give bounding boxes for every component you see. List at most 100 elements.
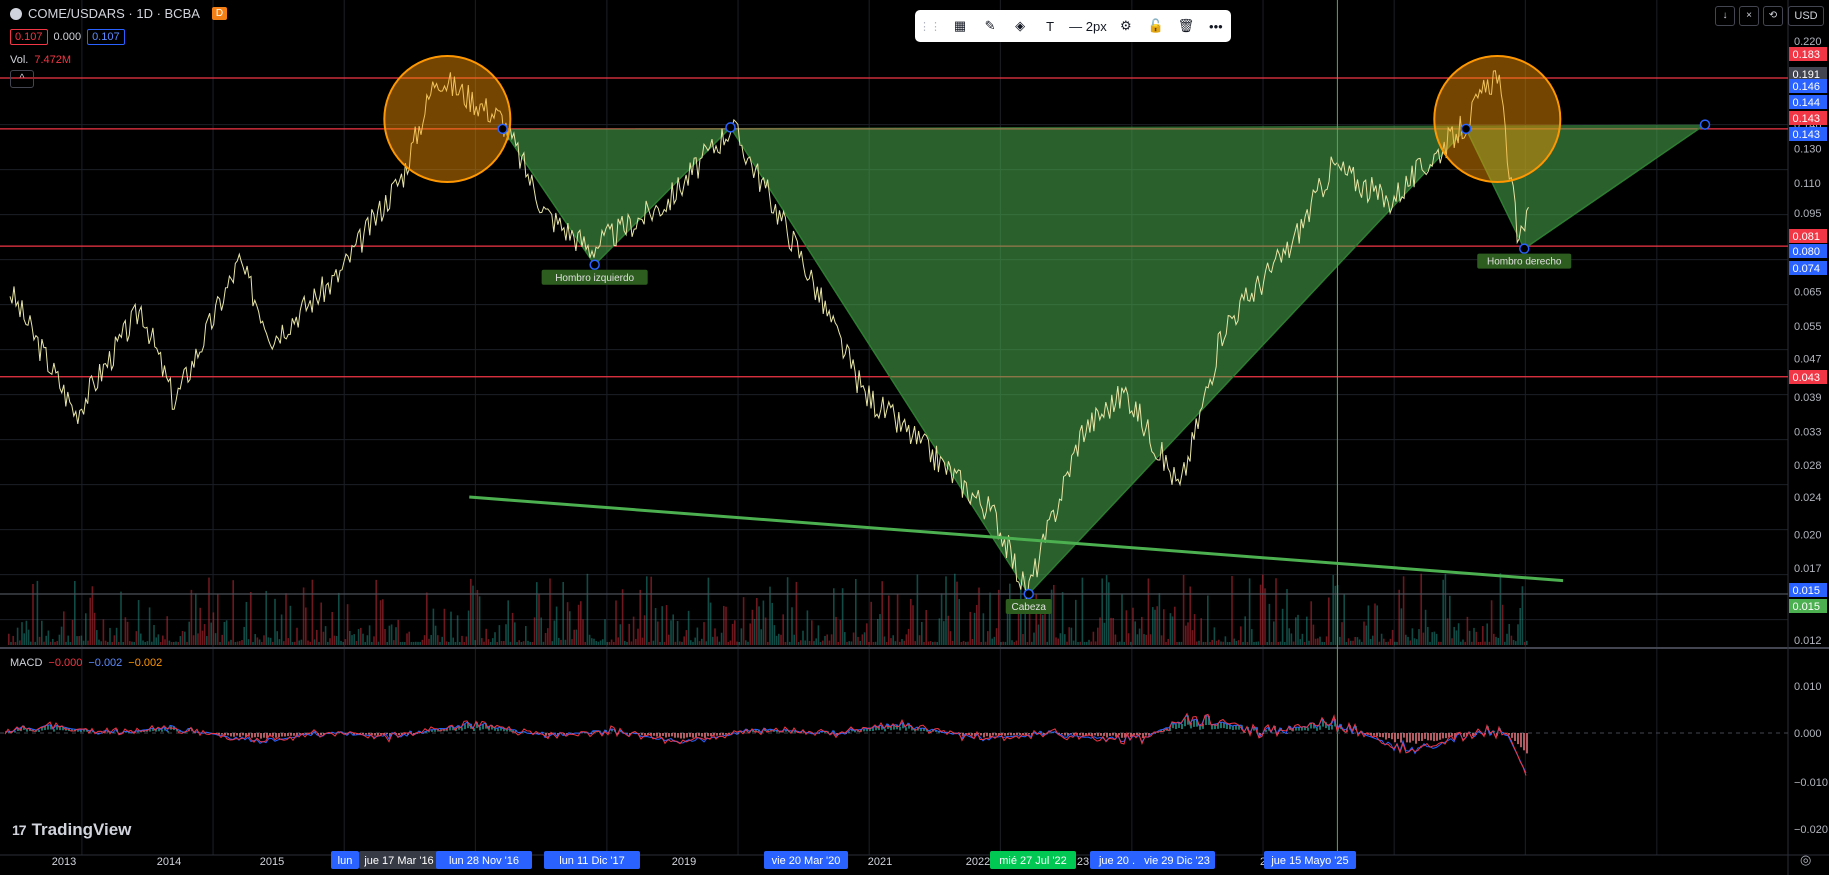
volume-bar [1273, 621, 1275, 645]
volume-bar [577, 604, 580, 645]
price-axis-tick: 0.220 [1794, 36, 1822, 48]
volume-bar [465, 636, 468, 645]
volume-bar [1057, 638, 1059, 645]
scroll-to-latest-icon[interactable]: ↓ [1715, 6, 1735, 26]
price-tag: 0.143 [1792, 129, 1820, 141]
volume-bar [1237, 640, 1240, 645]
volume-bar [19, 640, 21, 645]
volume-bar [932, 641, 934, 645]
drawing-toolbar[interactable]: ⋮⋮ ▦ ✎ ◈ T — 2px ⚙ 🔓 🗑 ••• [915, 10, 1231, 42]
volume-bar [485, 628, 487, 645]
macd-histogram-bar [227, 733, 229, 736]
volume-bar [696, 627, 699, 645]
volume-bar [454, 642, 457, 645]
volume-bar [487, 639, 490, 645]
macd-histogram-bar [1136, 733, 1138, 736]
volume-bar [1262, 574, 1264, 645]
price-tag: 0.015 [1792, 585, 1820, 597]
delete-icon[interactable]: 🗑 [1175, 14, 1197, 38]
volume-bar [936, 641, 938, 645]
volume-bar [586, 573, 589, 645]
macd-histogram-bar [644, 733, 646, 736]
volume-bar [1464, 641, 1466, 645]
chart-canvas[interactable]: Hombro izquierdo Cabeza Hombro derecho 0.2… [0, 0, 1829, 875]
volume-bar [751, 609, 754, 645]
volume-bar [507, 600, 509, 645]
volume-bar [791, 607, 793, 645]
volume-bar [608, 641, 611, 645]
line-width-icon[interactable]: — 2px [1069, 14, 1107, 38]
chart-settings-icon[interactable]: ◎ [1800, 852, 1811, 868]
macd-histogram-bar [1094, 733, 1096, 736]
macd-histogram-bar [284, 733, 286, 737]
macd-histogram-bar [1418, 733, 1420, 741]
volume-bar [421, 639, 424, 645]
open-value: 0.107 [10, 29, 48, 45]
volume-bar [1501, 604, 1504, 645]
lock-icon[interactable]: 🔓 [1145, 14, 1167, 38]
macd-histogram-bar [320, 733, 322, 736]
volume-bar [844, 632, 846, 645]
macd-histogram-bar [377, 733, 379, 736]
close-value: 0.107 [87, 29, 125, 45]
macd-histogram-bar [980, 733, 982, 736]
volume-bar [1341, 622, 1343, 645]
volume-bar [648, 641, 650, 645]
tradingview-mark-icon: 17 [12, 822, 27, 838]
drag-handle-icon[interactable]: ⋮⋮ [919, 14, 941, 38]
more-icon[interactable]: ••• [1205, 14, 1227, 38]
volume-bar [401, 641, 404, 645]
volume-bar [883, 636, 886, 645]
volume-bar [509, 641, 512, 645]
macd-histogram-bar [671, 733, 673, 737]
settings-icon[interactable]: ⚙ [1115, 14, 1137, 38]
volume-bar [905, 634, 908, 645]
volume-bar [1079, 641, 1081, 645]
volume-bar [542, 641, 545, 645]
volume-bar [1167, 638, 1169, 645]
volume-bar [1075, 599, 1077, 645]
pane-controls[interactable]: ↓ × ⟲ [1715, 6, 1783, 26]
volume-bar [492, 638, 494, 645]
volume-bar [96, 630, 98, 645]
volume-bar [1248, 578, 1251, 645]
volume-bar [263, 635, 265, 645]
volume-bar [1429, 641, 1431, 645]
volume-bar [496, 642, 498, 645]
close-pane-icon[interactable]: × [1739, 6, 1759, 26]
volume-bar [122, 641, 124, 645]
volume-bar [373, 636, 375, 645]
volume-bar [129, 641, 131, 645]
volume-bar [1374, 603, 1376, 645]
volume-bar [247, 639, 250, 645]
macd-histogram-bar [293, 733, 295, 736]
volume-bar [1310, 601, 1312, 645]
volume-bar [778, 633, 780, 645]
volume-bar [670, 620, 672, 645]
template-icon[interactable]: ▦ [949, 14, 971, 38]
macd-histogram-bar [233, 733, 235, 737]
volume-bar [1339, 636, 1341, 645]
symbol-legend[interactable]: COME/USDARS · 1D · BCBA D [10, 6, 228, 21]
price-tag: 0.074 [1792, 263, 1820, 275]
macd-histogram-bar [1205, 716, 1207, 726]
reset-chart-icon[interactable]: ⟲ [1763, 6, 1783, 26]
text-icon[interactable]: T [1039, 14, 1061, 38]
macd-histogram-bar [1514, 733, 1516, 741]
volume-bar [1002, 641, 1004, 645]
volume-bar [846, 641, 848, 645]
line-color-icon[interactable]: ✎ [979, 14, 1001, 38]
macd-histogram-bar [1175, 724, 1177, 730]
volume-bar [1455, 630, 1458, 645]
symbol-title[interactable]: COME/USDARS · 1D · BCBA [28, 6, 200, 21]
volume-bar [239, 641, 241, 645]
volume-bar [210, 622, 212, 645]
currency-button[interactable]: USD [1788, 6, 1824, 26]
volume-bar [1332, 575, 1334, 645]
collapse-legend-button[interactable]: ^ [10, 70, 34, 88]
macd-histogram-bar [1526, 733, 1528, 754]
volume-bar [714, 628, 716, 645]
volume-bar [89, 597, 91, 645]
macd-legend[interactable]: MACD −0.000 −0.002 −0.002 [10, 657, 162, 669]
fill-color-icon[interactable]: ◈ [1009, 14, 1031, 38]
